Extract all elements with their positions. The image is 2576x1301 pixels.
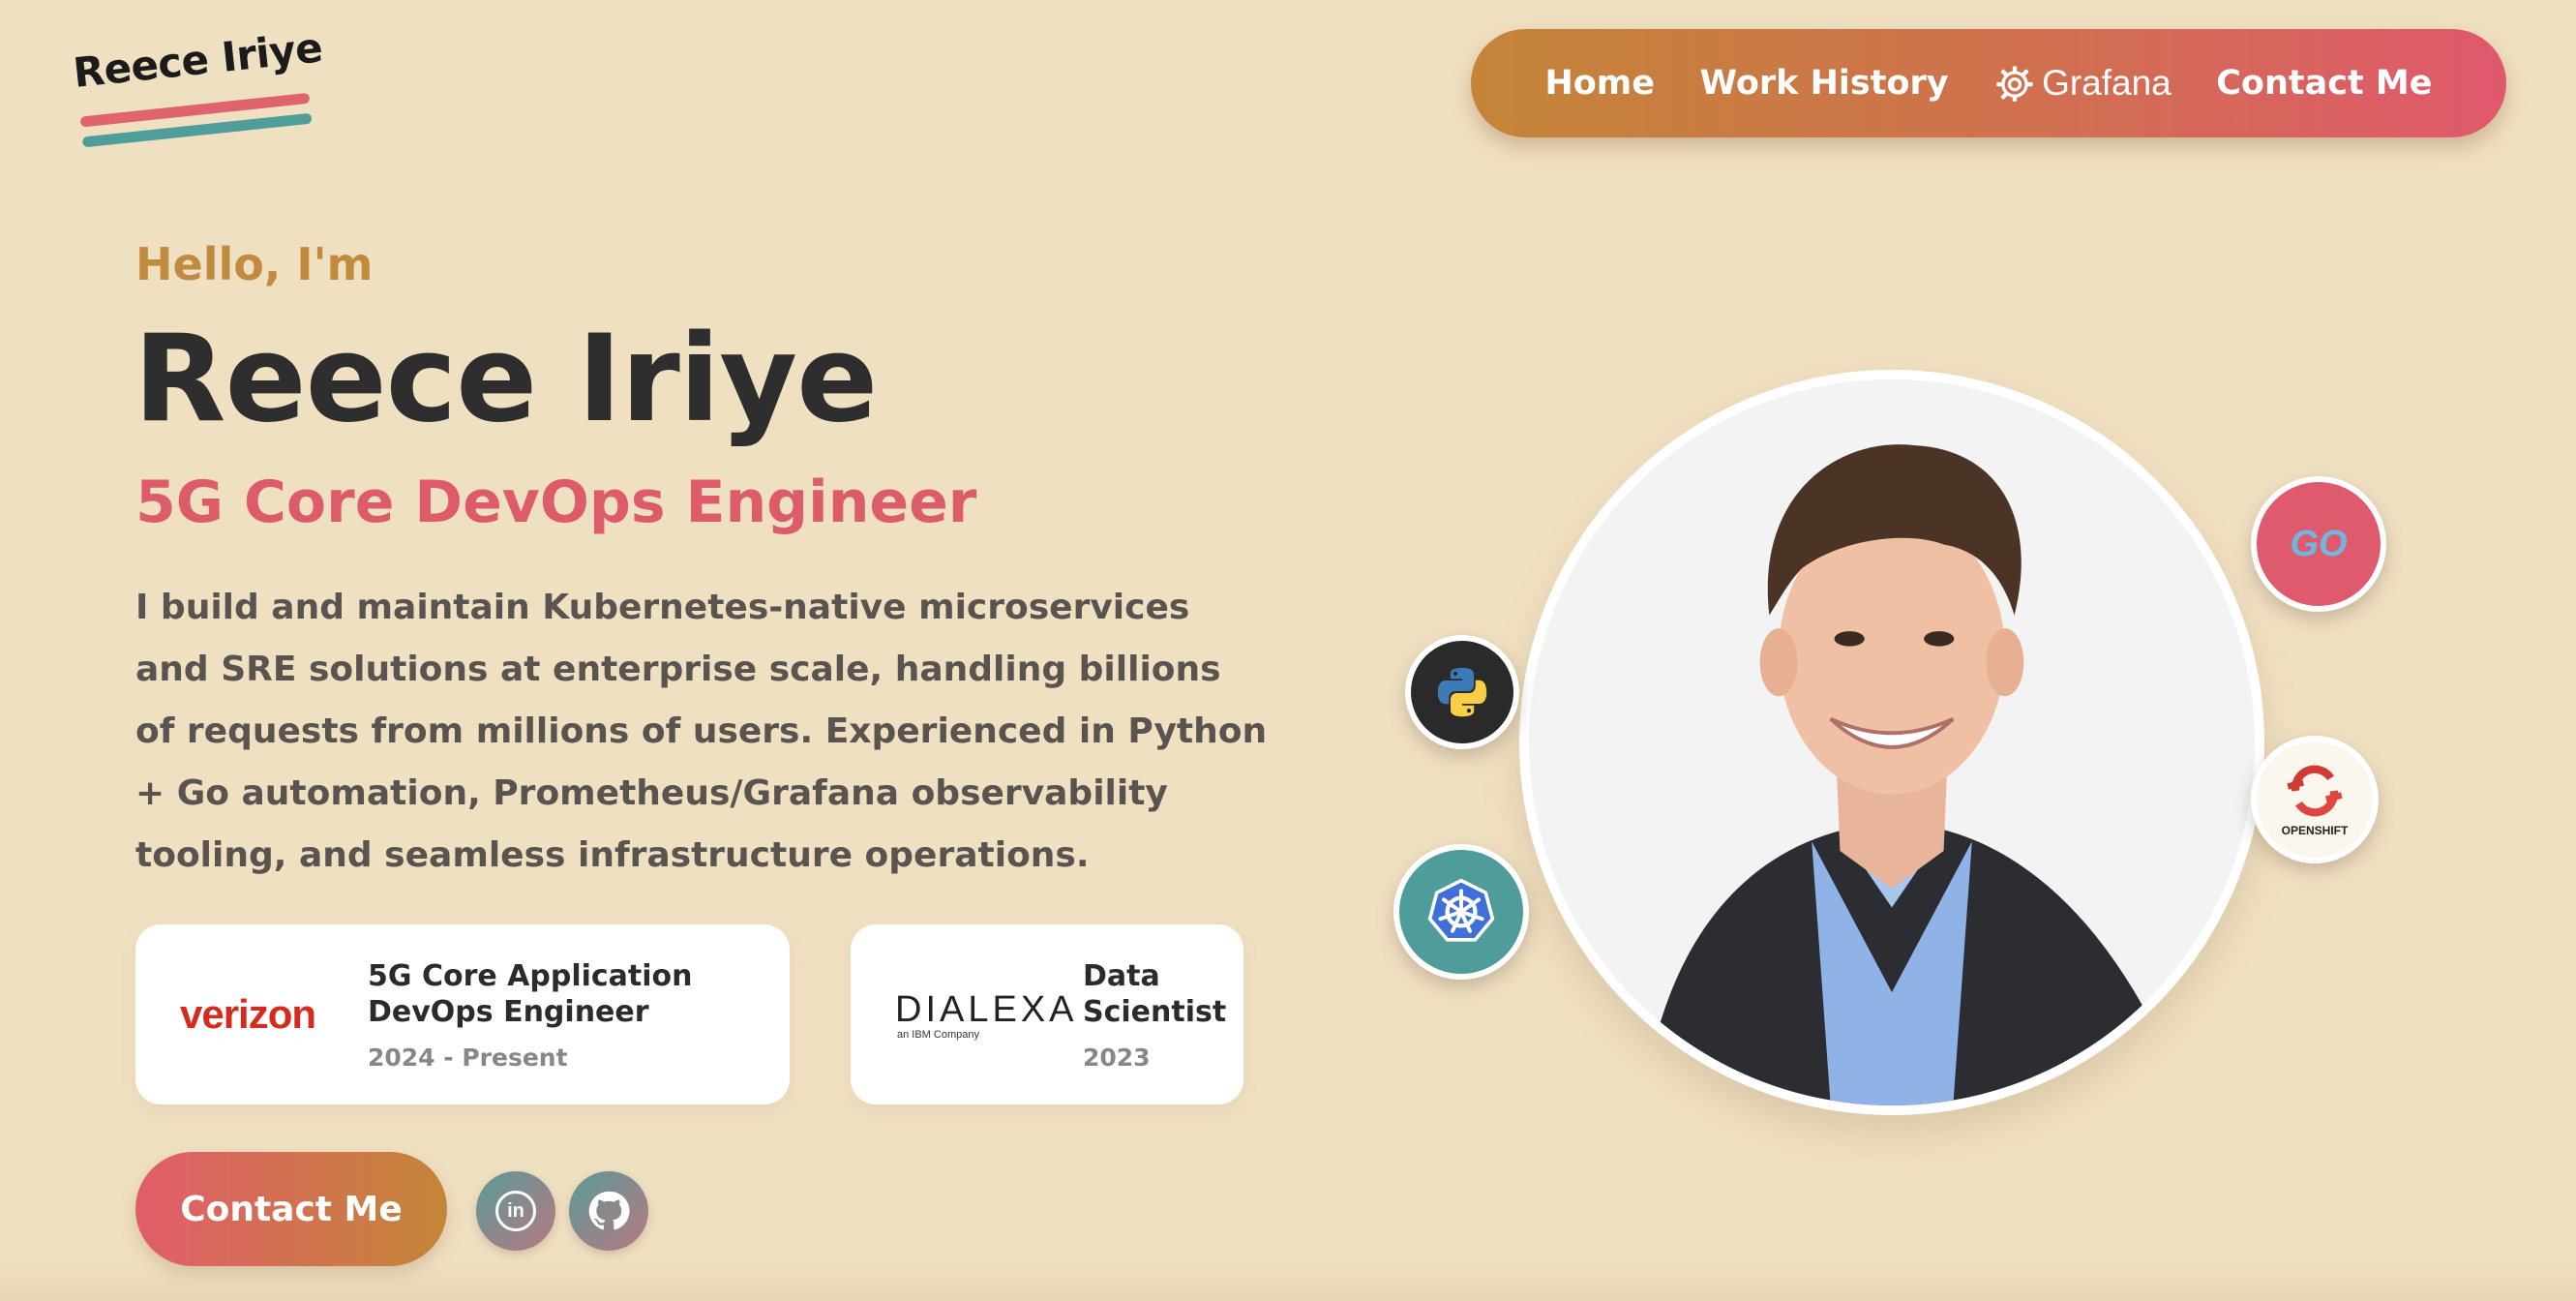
job-dates: 2023 xyxy=(1083,1043,1151,1072)
hero-name: Reece Iriye xyxy=(134,310,878,449)
site-logo[interactable]: Reece Iriye xyxy=(64,16,326,159)
bottom-fade xyxy=(0,1262,2576,1301)
main-nav: Home Work History Grafana Contact Me xyxy=(1471,29,2506,137)
github-link[interactable] xyxy=(569,1171,648,1251)
nav-grafana-label: Grafana xyxy=(2042,63,2172,103)
openshift-label: OPENSHIFT xyxy=(2281,824,2349,837)
job-info: 5G Core Application DevOps Engineer 2024… xyxy=(368,958,693,1072)
logo-text: Reece Iriye xyxy=(71,23,325,97)
verizon-wordmark: verizon xyxy=(180,991,316,1037)
grafana-icon xyxy=(1996,66,2033,102)
openshift-icon xyxy=(2287,765,2343,817)
profile-photo xyxy=(1519,370,2264,1115)
job-info: Data Scientist 2023 xyxy=(1083,958,1226,1072)
nav-grafana[interactable]: Grafana xyxy=(1993,62,2172,105)
contact-me-button[interactable]: Contact Me xyxy=(135,1152,447,1266)
dialexa-logo: DIALEXA an IBM Company xyxy=(851,989,1083,1041)
nav-work-history[interactable]: Work History xyxy=(1699,64,1948,103)
job-card-verizon[interactable]: verizon 5G Core Application DevOps Engin… xyxy=(135,924,790,1104)
job-title-line1: 5G Core Application xyxy=(368,958,693,993)
python-badge xyxy=(1405,635,1519,749)
kubernetes-badge xyxy=(1393,844,1529,980)
job-title-line1: Data xyxy=(1083,958,1160,993)
kubernetes-icon xyxy=(1427,878,1495,942)
job-title-line2: DevOps Engineer xyxy=(368,994,649,1029)
job-title-line2: Scientist xyxy=(1083,994,1227,1029)
github-icon xyxy=(588,1191,630,1230)
go-badge: GO xyxy=(2251,476,2386,612)
hero-role: 5G Core DevOps Engineer xyxy=(135,469,977,536)
linkedin-link[interactable]: in xyxy=(476,1171,555,1251)
job-card-dialexa[interactable]: DIALEXA an IBM Company Data Scientist 20… xyxy=(851,924,1243,1104)
python-icon xyxy=(1437,667,1487,717)
go-icon: GO xyxy=(2290,523,2348,564)
nav-home[interactable]: Home xyxy=(1544,64,1655,103)
profile-photo-illustration xyxy=(1529,379,2255,1105)
dialexa-subtitle: an IBM Company xyxy=(897,1028,979,1041)
dialexa-wordmark: DIALEXA xyxy=(895,988,1078,1030)
verizon-logo: verizon xyxy=(135,991,368,1038)
linkedin-icon: in xyxy=(495,1191,536,1231)
job-dates: 2024 - Present xyxy=(368,1043,568,1072)
nav-contact-me[interactable]: Contact Me xyxy=(2216,64,2432,103)
hero-greeting: Hello, I'm xyxy=(135,238,374,290)
hero-bio: I build and maintain Kubernetes-native m… xyxy=(135,588,1268,875)
openshift-badge: OPENSHIFT xyxy=(2251,736,2379,863)
